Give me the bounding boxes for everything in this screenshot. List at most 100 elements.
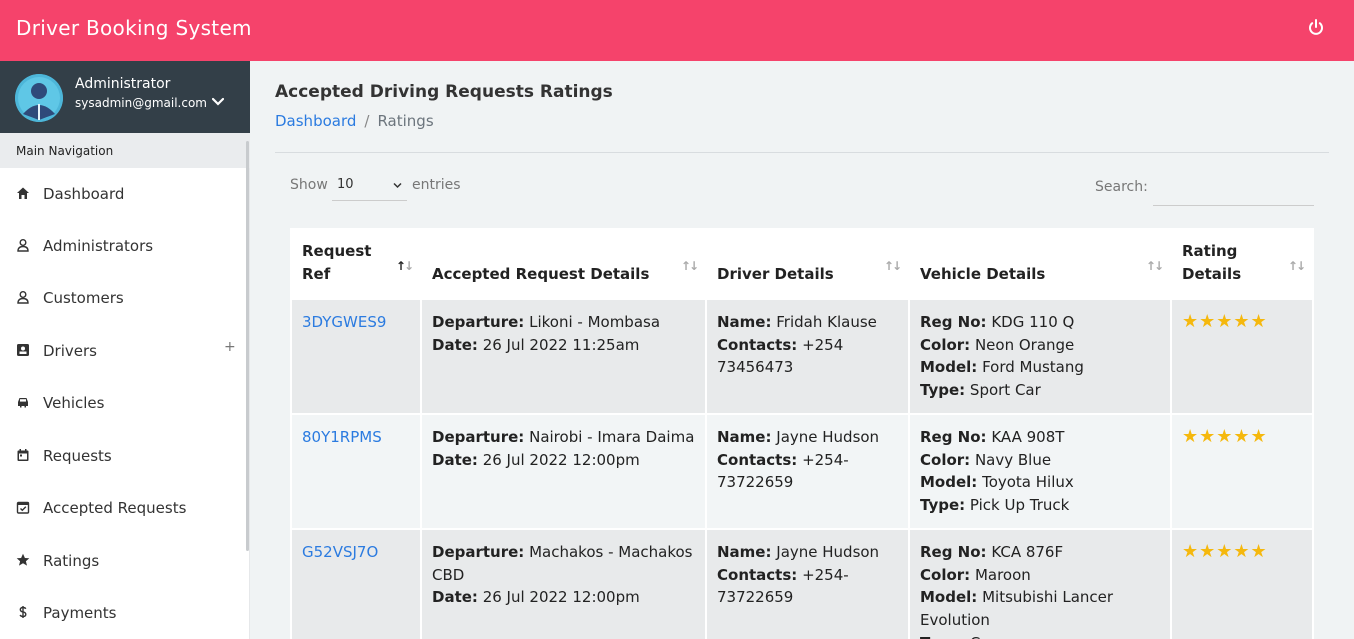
- sort-icon[interactable]: ↑↓: [1146, 255, 1164, 278]
- reg-value: KAA 908T: [991, 428, 1065, 446]
- type-value: Sport Car: [969, 381, 1041, 400]
- sidebar-item-label: Administrators: [43, 237, 154, 255]
- header-label: Ref: [302, 265, 331, 283]
- entries-select-value: 10: [337, 177, 354, 192]
- field-label: Departure:: [432, 428, 525, 446]
- field-label: Name:: [717, 313, 772, 331]
- star-rating: ★★★★★: [1182, 541, 1268, 562]
- avatar: [15, 74, 63, 122]
- reg-value: KDG 110 Q: [991, 313, 1075, 331]
- column-header-request-ref[interactable]: Request Ref ↑↓: [292, 230, 420, 298]
- column-header-driver-details[interactable]: Driver Details ↑↓: [707, 230, 908, 298]
- type-value: Coupe: [970, 634, 1018, 639]
- driver-name-value: Jayne Hudson: [776, 543, 880, 561]
- departure-value: Likoni - Mombasa: [529, 313, 661, 331]
- search-label: Search:: [1095, 179, 1148, 195]
- field-label: Reg No:: [920, 428, 987, 446]
- column-header-rating-details[interactable]: Rating Details ↑↓: [1172, 230, 1312, 298]
- chevron-down-icon: [393, 182, 402, 189]
- user-icon: [17, 291, 29, 304]
- table-row: 80Y1RPMS Departure: Nairobi - Imara Daim…: [292, 415, 1312, 528]
- color-value: Maroon: [974, 565, 1031, 584]
- sidebar-item-customers[interactable]: Customers: [0, 272, 246, 324]
- show-label: Show: [290, 177, 328, 193]
- date-value: 26 Jul 2022 12:00pm: [482, 450, 640, 469]
- sidebar-item-label: Ratings: [43, 552, 100, 570]
- sidebar-item-dashboard[interactable]: Dashboard: [0, 168, 246, 220]
- star-rating: ★★★★★: [1182, 311, 1268, 332]
- sidebar-item-vehicles[interactable]: Vehicles: [0, 377, 246, 429]
- app-title: Driver Booking System: [16, 16, 252, 40]
- header-label: Request: [302, 242, 372, 260]
- sidebar-item-drivers[interactable]: Drivers +: [0, 325, 246, 377]
- breadcrumb-separator: /: [364, 112, 370, 130]
- field-label: Date:: [432, 588, 478, 607]
- main-content: Accepted Driving Requests Ratings Dashbo…: [250, 61, 1354, 639]
- departure-value: Nairobi - Imara Daima: [529, 428, 695, 446]
- field-label: Contacts:: [717, 335, 798, 354]
- field-label: Departure:: [432, 313, 525, 331]
- dollar-icon: [19, 606, 27, 618]
- user-panel[interactable]: Administrator sysadmin@gmail.com: [0, 61, 250, 133]
- field-label: Color:: [920, 335, 971, 354]
- request-ref-link[interactable]: 80Y1RPMS: [302, 428, 382, 446]
- color-value: Navy Blue: [974, 450, 1052, 469]
- sidebar-item-ratings[interactable]: Ratings: [0, 535, 246, 587]
- model-value: Toyota Hilux: [982, 473, 1074, 492]
- type-value: Pick Up Truck: [969, 496, 1070, 515]
- entries-label: entries: [412, 177, 461, 193]
- sidebar-item-payments[interactable]: Payments: [0, 587, 246, 639]
- field-label: Type:: [920, 634, 965, 639]
- user-email: sysadmin@gmail.com: [75, 96, 207, 110]
- table-row: G52VSJ7O Departure: Machakos - Machakos …: [292, 530, 1312, 639]
- calendar-icon: [17, 449, 29, 461]
- sidebar-item-label: Payments: [43, 604, 117, 622]
- star-rating: ★★★★★: [1182, 426, 1268, 447]
- driver-name-value: Fridah Klause: [776, 313, 877, 331]
- sidebar-item-label: Drivers: [43, 342, 97, 360]
- sidebar: Administrator sysadmin@gmail.com Main Na…: [0, 61, 250, 639]
- nav-heading: Main Navigation: [0, 133, 250, 168]
- sort-asc-icon[interactable]: ↑↓: [396, 255, 414, 278]
- sidebar-item-accepted-requests[interactable]: Accepted Requests: [0, 482, 246, 534]
- field-label: Date:: [432, 450, 478, 469]
- reg-value: KCA 876F: [991, 543, 1064, 561]
- ratings-table: Request Ref ↑↓ Accepted Request Details ↑↓ …: [290, 228, 1314, 639]
- sidebar-item-label: Accepted Requests: [43, 499, 187, 517]
- ratings-table-card: Show 10 entries Search: Request Ref ↑↓ Acc…: [275, 153, 1329, 639]
- field-label: Type:: [920, 381, 966, 400]
- sort-icon[interactable]: ↑↓: [681, 255, 699, 278]
- sidebar-item-label: Vehicles: [43, 394, 105, 412]
- search-input[interactable]: [1153, 173, 1314, 206]
- column-header-request-details[interactable]: Accepted Request Details ↑↓: [422, 230, 705, 298]
- sidebar-item-requests[interactable]: Requests: [0, 430, 246, 482]
- id-card-icon: [17, 344, 29, 356]
- breadcrumb: Dashboard / Ratings: [275, 112, 434, 130]
- chevron-down-icon[interactable]: [212, 97, 224, 107]
- request-ref-link[interactable]: G52VSJ7O: [302, 543, 378, 561]
- sidebar-item-administrators[interactable]: Administrators: [0, 220, 246, 272]
- header-label: Rating: [1182, 242, 1238, 260]
- entries-select[interactable]: 10: [332, 173, 407, 201]
- date-value: 26 Jul 2022 11:25am: [482, 335, 640, 354]
- user-icon: [17, 239, 29, 252]
- sidebar-scrollbar[interactable]: [246, 141, 249, 551]
- sidebar-item-label: Requests: [43, 447, 112, 465]
- field-label: Contacts:: [717, 565, 798, 584]
- field-label: Contacts:: [717, 450, 798, 469]
- car-icon: [18, 398, 28, 408]
- sort-icon[interactable]: ↑↓: [1288, 255, 1306, 278]
- sort-icon[interactable]: ↑↓: [884, 255, 902, 278]
- column-header-vehicle-details[interactable]: Vehicle Details ↑↓: [910, 230, 1170, 298]
- header-label: Vehicle Details: [920, 265, 1046, 283]
- field-label: Departure:: [432, 543, 525, 561]
- table-header-row: Request Ref ↑↓ Accepted Request Details ↑↓ …: [292, 230, 1312, 298]
- power-icon[interactable]: [1308, 19, 1324, 37]
- request-ref-link[interactable]: 3DYGWES9: [302, 313, 386, 331]
- date-value: 26 Jul 2022 12:00pm: [482, 588, 640, 607]
- field-label: Name:: [717, 428, 772, 446]
- expand-icon[interactable]: +: [224, 339, 236, 355]
- table-row: 3DYGWES9 Departure: Likoni - Mombasa Date…: [292, 300, 1312, 413]
- breadcrumb-dashboard-link[interactable]: Dashboard: [275, 112, 356, 130]
- color-value: Neon Orange: [974, 335, 1075, 354]
